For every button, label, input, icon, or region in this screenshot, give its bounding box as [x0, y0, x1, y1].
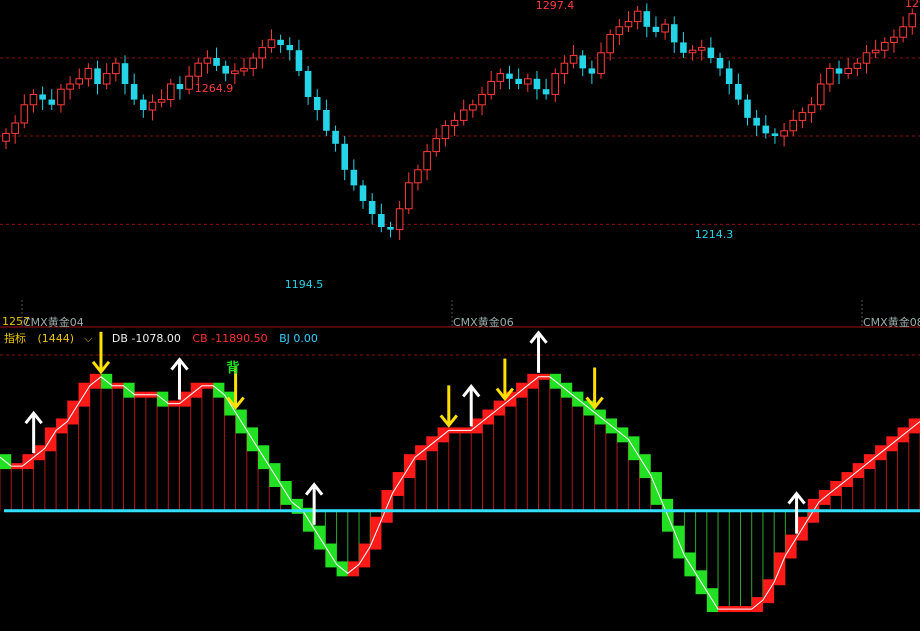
indicator-chart: 背 — [0, 330, 920, 613]
indicator-legend: 指标 (1444) ⌵ DB -1078.00 CB -11890.50 BJ 0… — [4, 330, 326, 346]
indicator-cb: CB -11890.50 — [192, 332, 268, 345]
down-arrow — [585, 367, 604, 410]
chart-stage: 1264.91194.51297.41214.31291257CMX黄金04CM… — [0, 0, 920, 631]
up-arrow — [529, 330, 548, 373]
down-arrow — [495, 358, 515, 402]
indicator-bj: BJ 0.00 — [279, 332, 318, 345]
divergence-badge: 背 — [226, 360, 239, 376]
down-arrow — [439, 385, 458, 428]
indicator-name[interactable]: 指标 (1444) ⌵ — [4, 332, 104, 345]
indicator-db: DB -1078.00 — [111, 332, 181, 345]
